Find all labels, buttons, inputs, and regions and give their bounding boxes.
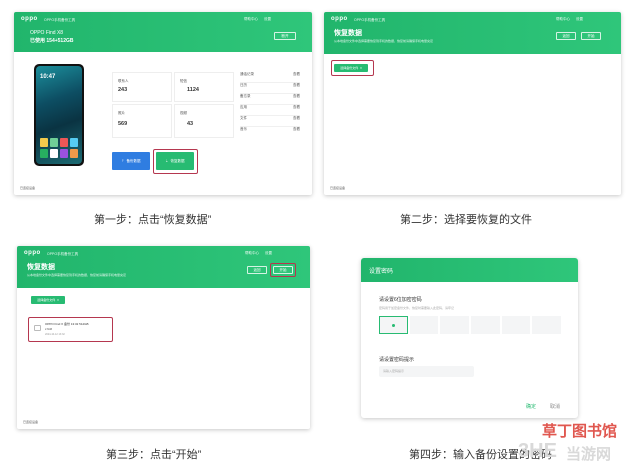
footer-status: 已连接设备 [23, 420, 39, 424]
backup-button[interactable]: ⇡ 备份数据 [112, 152, 150, 170]
menu-settings[interactable]: 设置 [576, 17, 583, 22]
filled-dot-icon [391, 323, 395, 327]
data-list: 通话记录 查看 日历 查看 备忘录 查看 应用 查看 文件 查看 音乐 查看 [240, 72, 300, 138]
back-button[interactable]: 返回 [247, 266, 267, 274]
list-item[interactable]: 文件 查看 [240, 116, 300, 127]
footer-status: 已连接设备 [330, 186, 346, 190]
password-digit[interactable] [532, 316, 561, 334]
list-item[interactable]: 日历 查看 [240, 83, 300, 94]
page-title: 恢复数据 [27, 264, 55, 271]
app-name: OPPO手机备份工具 [354, 18, 386, 22]
menu-help[interactable]: 帮助中心 [244, 17, 258, 22]
app-name: OPPO手机备份工具 [47, 252, 79, 256]
page-title: 恢复数据 [334, 30, 362, 37]
oppo-logo: oppo [331, 16, 348, 22]
page-subtitle: 从本地备份文件中选择需要恢复到手机的数据，恢复前请确保手机电量充足 [27, 273, 127, 277]
caption-step2: 第二步：选择要恢复的文件 [400, 214, 532, 226]
phone-image: 10:47 [34, 64, 84, 166]
highlight-box [28, 317, 113, 342]
password-digit[interactable] [470, 316, 500, 334]
hint-label: 请设置密码提示 [379, 357, 415, 363]
back-button[interactable]: 返回 [556, 32, 576, 40]
dialog-title: 设置密码 [369, 269, 394, 275]
menu-help[interactable]: 帮助中心 [556, 17, 570, 22]
stat-photos: 照片 569 [112, 104, 172, 138]
password-digit[interactable] [409, 316, 439, 334]
upload-icon: ⇡ [121, 159, 125, 163]
app-header: oppo OPPO手机备份工具 帮助中心 设置 恢复数据 从本地备份文件中选择需… [17, 246, 310, 288]
menu-settings[interactable]: 设置 [264, 17, 271, 22]
app-header: oppo OPPO手机备份工具 帮助中心 设置 OPPO Find X8 已使用… [14, 12, 312, 52]
phone-time: 10:47 [40, 74, 56, 80]
caption-step3: 第三步：点击“开始” [106, 449, 202, 461]
password-input[interactable] [379, 316, 561, 334]
device-name: OPPO Find X8 [30, 30, 64, 36]
phone-icons [40, 138, 78, 158]
stat-videos: 视频 43 [174, 104, 234, 138]
app-name: OPPO手机备份工具 [44, 18, 76, 22]
highlight-box [270, 263, 296, 277]
stat-sms: 短信 1124 [174, 72, 234, 102]
password-digit[interactable] [379, 316, 408, 334]
list-item[interactable]: 音乐 查看 [240, 127, 300, 138]
start-button[interactable]: 开始 [581, 32, 601, 40]
oppo-logo: oppo [24, 250, 41, 256]
ok-button[interactable]: 确定 [526, 403, 536, 410]
password-label: 请设置6位加密密码 [379, 297, 422, 303]
highlight-box [331, 60, 374, 76]
step2-screenshot: oppo OPPO手机备份工具 帮助中心 设置 恢复数据 从本地备份文件中选择需… [324, 12, 621, 195]
password-dialog: 设置密码 请设置6位加密密码 密码用于加密备份文件，恢复时需要输入此密码，请牢记… [361, 258, 578, 418]
watermark-text-2: 当游网 [566, 446, 612, 463]
watermark-logo: 3HE [518, 440, 557, 462]
password-hint: 密码用于加密备份文件，恢复时需要输入此密码，请牢记 [379, 306, 455, 310]
stat-contacts: 联系人 243 [112, 72, 172, 102]
list-item[interactable]: 通话记录 查看 [240, 72, 300, 83]
dialog-header: 设置密码 [361, 258, 578, 282]
device-storage: 已使用 154+512GB [30, 38, 74, 44]
disconnect-button[interactable]: 断开 [274, 32, 296, 40]
password-digit[interactable] [501, 316, 531, 334]
step3-screenshot: oppo OPPO手机备份工具 帮助中心 设置 恢复数据 从本地备份文件中选择需… [17, 246, 310, 429]
hint-input[interactable]: 请输入密码提示 [379, 366, 474, 377]
caption-step1: 第一步：点击“恢复数据” [94, 214, 212, 226]
page-subtitle: 从本地备份文件中选择需要恢复到手机的数据，恢复前请确保手机电量充足 [334, 39, 434, 43]
app-header: oppo OPPO手机备份工具 帮助中心 设置 恢复数据 从本地备份文件中选择需… [324, 12, 621, 54]
list-item[interactable]: 应用 查看 [240, 105, 300, 116]
footer-status: 已连接设备 [20, 186, 36, 190]
list-item[interactable]: 备忘录 查看 [240, 94, 300, 105]
oppo-logo: oppo [21, 16, 38, 22]
password-digit[interactable] [440, 316, 469, 334]
select-backup-file-button[interactable]: 选择备份文件 ▾ [31, 296, 65, 304]
cancel-button[interactable]: 取消 [550, 403, 560, 410]
menu-help[interactable]: 帮助中心 [245, 251, 259, 256]
menu-settings[interactable]: 设置 [265, 251, 272, 256]
highlight-box [153, 149, 198, 174]
phone-screen: 10:47 [36, 66, 82, 164]
watermark-text-1: 草丁图书馆 [542, 423, 618, 440]
chevron-down-icon: ▾ [57, 298, 59, 302]
step1-screenshot: oppo OPPO手机备份工具 帮助中心 设置 OPPO Find X8 已使用… [14, 12, 312, 195]
